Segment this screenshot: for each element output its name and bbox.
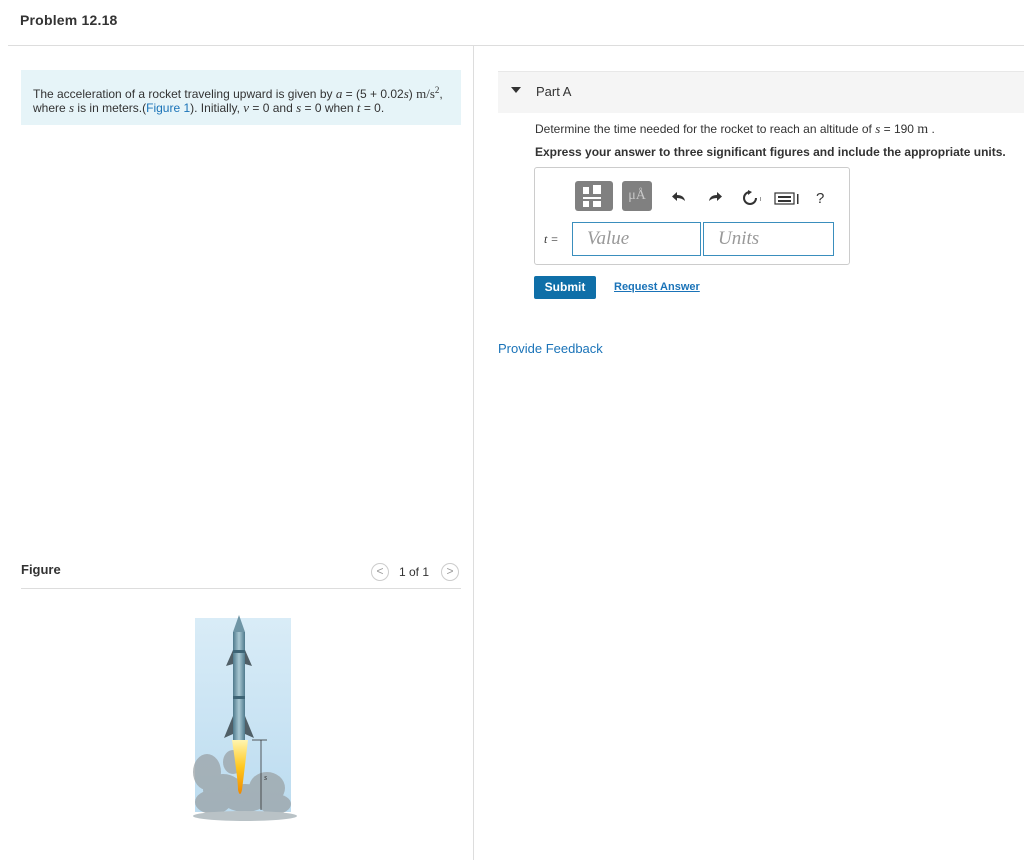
- question-unit: m: [917, 122, 929, 137]
- rocket-body: [233, 632, 245, 740]
- question-text: Determine the time needed for the rocket…: [535, 121, 935, 138]
- keyboard-icon[interactable]: [774, 192, 800, 211]
- value-input[interactable]: Value: [572, 222, 701, 256]
- problem-text: ). Initially,: [190, 101, 244, 115]
- problem-text: = 0.: [360, 101, 385, 115]
- redo-icon[interactable]: [706, 190, 724, 207]
- problem-text: is in meters.(: [74, 101, 147, 115]
- submit-button[interactable]: Submit: [534, 276, 596, 299]
- help-icon[interactable]: ?: [816, 190, 824, 207]
- templates-icon: [583, 185, 601, 207]
- column-divider: [473, 46, 474, 860]
- problem-statement: The acceleration of a rocket traveling u…: [21, 70, 461, 125]
- header-divider: [8, 45, 1024, 46]
- question-value: = 190: [880, 122, 918, 136]
- provide-feedback-link[interactable]: Provide Feedback: [498, 341, 603, 356]
- reset-icon[interactable]: [741, 190, 759, 210]
- figure-link[interactable]: Figure 1: [146, 101, 190, 115]
- answer-variable-label: t =: [544, 232, 559, 246]
- collapse-caret-icon[interactable]: [511, 87, 521, 93]
- problem-text: ,: [439, 87, 443, 101]
- toolbar-separator: [760, 197, 761, 201]
- figure-counter: 1 of 1: [399, 565, 430, 579]
- part-a-title: Part A: [536, 84, 572, 99]
- prev-figure-button[interactable]: <: [371, 563, 389, 581]
- page-title: Problem 12.18: [20, 12, 118, 28]
- part-a-header[interactable]: [498, 71, 1024, 113]
- problem-text: The acceleration of a rocket traveling u…: [33, 87, 336, 101]
- problem-text: = 0 when: [301, 101, 357, 115]
- figure-divider: [21, 588, 461, 589]
- figure-heading: Figure: [21, 562, 61, 577]
- problem-text: = (5 + 0.02: [342, 87, 404, 101]
- dimension-label: s: [264, 773, 267, 782]
- units-input[interactable]: Units: [703, 222, 834, 256]
- ground-shadow: [193, 811, 297, 821]
- rocket-figure: s: [193, 615, 297, 821]
- templates-button[interactable]: [575, 181, 613, 211]
- unit-ms: m/s: [416, 86, 435, 101]
- next-figure-button[interactable]: >: [441, 563, 459, 581]
- question-suffix: .: [928, 122, 935, 136]
- question-prefix: Determine the time needed for the rocket…: [535, 122, 876, 136]
- answer-instruction: Express your answer to three significant…: [535, 145, 1006, 159]
- units-button[interactable]: μÅ: [622, 181, 652, 211]
- undo-icon[interactable]: [670, 190, 688, 207]
- problem-text: where: [33, 101, 70, 115]
- problem-text: = 0 and: [249, 101, 297, 115]
- request-answer-link[interactable]: Request Answer: [614, 281, 700, 293]
